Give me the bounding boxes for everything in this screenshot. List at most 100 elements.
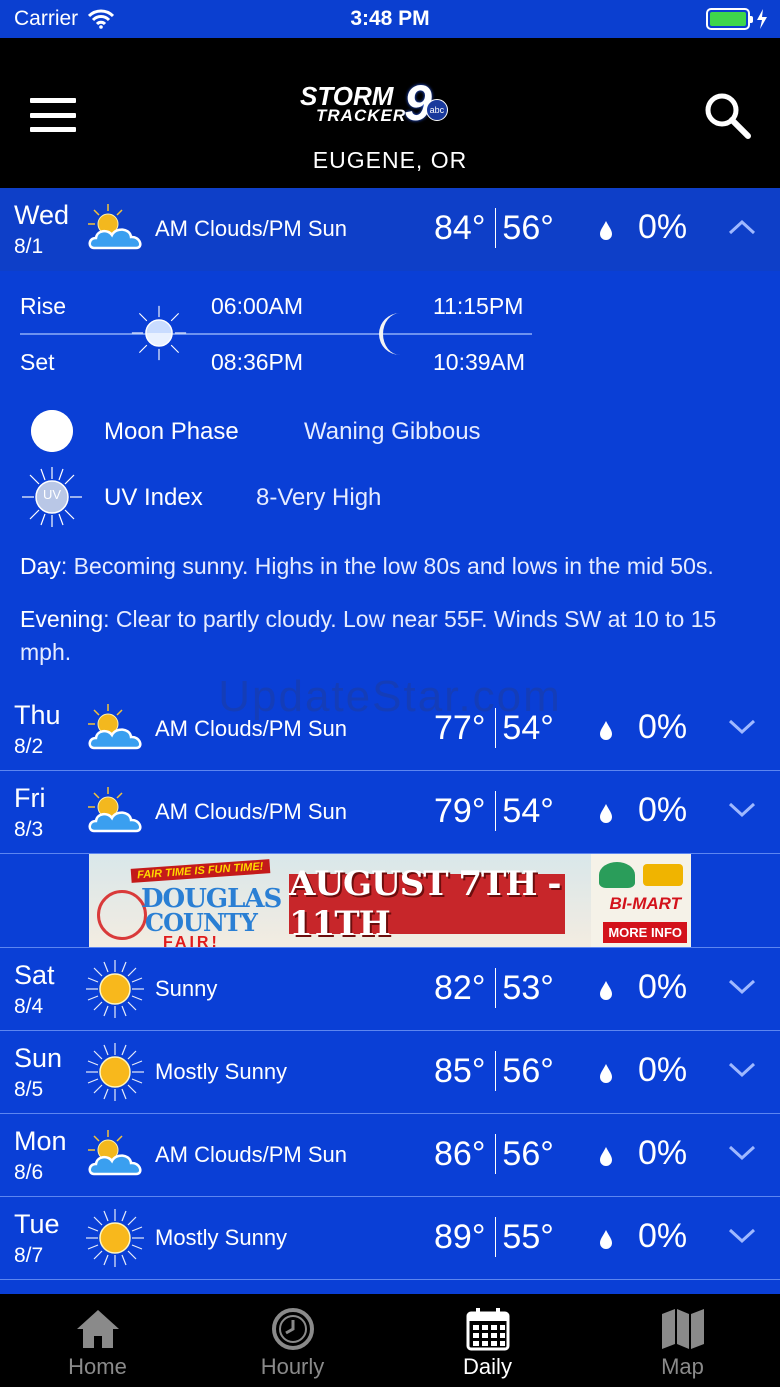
- temperature-range: 79° 54°: [434, 791, 554, 831]
- location-label: EUGENE, OR: [312, 147, 468, 173]
- day-row[interactable]: Sat 8/4 Sunny 82° 53° 0%: [0, 948, 780, 1031]
- chevron-down-icon[interactable]: [728, 718, 756, 736]
- stormtracker-logo: STORM TRACKER 9 abc: [300, 78, 480, 128]
- chevron-down-icon[interactable]: [728, 1227, 756, 1245]
- precip-chance: 0%: [638, 208, 688, 246]
- raindrop-icon: [598, 1146, 614, 1166]
- douglas-county-fair-ad[interactable]: FAIR TIME IS FUN TIME! DOUGLAS COUNTY FA…: [89, 854, 691, 947]
- tab-home[interactable]: Home: [0, 1294, 195, 1387]
- precip-chance: 0%: [638, 708, 688, 746]
- sun-rise-set-icon: [131, 305, 187, 361]
- day-row[interactable]: Fri 8/3 AM Clouds/PM Sun 79° 54° 0%: [0, 771, 780, 854]
- uv-index-icon: UV: [20, 465, 84, 529]
- tab-daily-label: Daily: [463, 1354, 512, 1379]
- ad-fair-text: FAIR!: [163, 934, 220, 947]
- day-row[interactable]: Wed 8/1 AM Clouds/PM Sun 84° 56° 0%: [0, 188, 780, 271]
- tab-hourly-label: Hourly: [260, 1354, 325, 1379]
- temp-divider: [495, 208, 497, 248]
- precip-chance: 0%: [638, 1134, 688, 1172]
- day-forecast-body: : Becoming sunny. Highs in the low 80s a…: [60, 553, 714, 579]
- chevron-down-icon[interactable]: [728, 978, 756, 996]
- evening-forecast-label: Evening: [20, 606, 104, 632]
- high-temp: 89°: [434, 1217, 486, 1256]
- abc-logo: abc: [425, 99, 448, 121]
- moon-phase-value: Waning Gibbous: [304, 418, 481, 445]
- clock-icon: [271, 1308, 314, 1350]
- temperature-range: 89° 55°: [434, 1217, 554, 1257]
- evening-forecast-body: : Clear to partly cloudy. Low near 55F. …: [20, 606, 717, 665]
- weather-condition: AM Clouds/PM Sun: [155, 799, 347, 824]
- tab-home-label: Home: [68, 1354, 127, 1379]
- precip-chance: 0%: [638, 968, 688, 1006]
- day-details-panel: Rise Set 06:00AM 08:36PM 11:15PM 10:39AM…: [0, 271, 780, 687]
- day-forecast-text: Day: Becoming sunny. Highs in the low 80…: [20, 550, 770, 583]
- chevron-down-icon[interactable]: [728, 1144, 756, 1162]
- uv-index-value: 8-Very High: [256, 484, 382, 511]
- tab-map[interactable]: Map: [585, 1294, 780, 1387]
- day-row[interactable]: Mon 8/6 AM Clouds/PM Sun 86° 56° 0%: [0, 1114, 780, 1197]
- ad-brand: BI-MART: [609, 894, 681, 913]
- ferris-wheel-icon: [97, 890, 147, 940]
- tab-map-label: Map: [661, 1354, 704, 1379]
- sponsor-logo-icon-2: [643, 864, 683, 886]
- ad-row: FAIR TIME IS FUN TIME! DOUGLAS COUNTY FA…: [0, 854, 780, 948]
- search-icon[interactable]: [702, 90, 752, 140]
- low-temp: 54°: [502, 791, 554, 830]
- map-icon: [661, 1309, 704, 1349]
- status-bar: Carrier 3:48 PM: [0, 0, 780, 38]
- raindrop-icon: [598, 803, 614, 823]
- temperature-range: 84° 56°: [434, 208, 554, 248]
- high-temp: 85°: [434, 1051, 486, 1090]
- chevron-down-icon[interactable]: [728, 801, 756, 819]
- day-name: Mon: [14, 1126, 67, 1156]
- day-forecast-label: Day: [20, 553, 61, 579]
- day-date: 8/7: [14, 1244, 44, 1267]
- charging-bolt-icon: [757, 9, 767, 29]
- temp-divider: [495, 791, 497, 831]
- precip-chance: 0%: [638, 1051, 688, 1089]
- tab-hourly[interactable]: Hourly: [195, 1294, 390, 1387]
- day-date: 8/1: [14, 235, 44, 258]
- day-name: Fri: [14, 783, 46, 813]
- day-date: 8/4: [14, 995, 44, 1018]
- day-name: Sun: [14, 1043, 63, 1073]
- chevron-down-icon[interactable]: [728, 1061, 756, 1079]
- raindrop-icon: [598, 1229, 614, 1249]
- day-name: Tue: [14, 1209, 60, 1239]
- day-date: 8/2: [14, 735, 44, 758]
- low-temp: 56°: [502, 208, 554, 247]
- partly-cloudy-icon: [86, 702, 148, 758]
- ad-more-info-button[interactable]: MORE INFO: [603, 922, 687, 943]
- temp-divider: [495, 1134, 497, 1174]
- sunrise-time: 06:00AM: [211, 293, 304, 319]
- ad-sponsor-panel: BI-MART MORE INFO: [591, 854, 691, 947]
- day-name: Wed: [14, 200, 70, 230]
- day-row[interactable]: Sun 8/5 Mostly Sunny 85° 56° 0%: [0, 1031, 780, 1114]
- ad-tagline: FAIR TIME IS FUN TIME!: [130, 859, 270, 883]
- temp-divider: [495, 968, 497, 1008]
- ad-county-text: COUNTY: [145, 908, 258, 937]
- weather-condition: AM Clouds/PM Sun: [155, 1142, 347, 1167]
- moonset-time: 10:39AM: [433, 349, 526, 375]
- tab-daily[interactable]: Daily: [390, 1294, 585, 1387]
- day-row[interactable]: Thu 8/2 AM Clouds/PM Sun 77° 54° 0%: [0, 688, 780, 771]
- high-temp: 86°: [434, 1134, 486, 1173]
- hamburger-menu-icon[interactable]: [30, 98, 76, 132]
- day-row[interactable]: Tue 8/7 Mostly Sunny 89° 55° 0%: [0, 1197, 780, 1280]
- temp-divider: [495, 708, 497, 748]
- low-temp: 55°: [502, 1217, 554, 1256]
- sun-icon: [84, 958, 146, 1020]
- partly-cloudy-icon: [86, 785, 148, 841]
- day-name: Thu: [14, 700, 61, 730]
- high-temp: 79°: [434, 791, 486, 830]
- raindrop-icon: [598, 220, 614, 240]
- raindrop-icon: [598, 1063, 614, 1083]
- logo-storm-text: STORM: [300, 80, 394, 111]
- temperature-range: 85° 56°: [434, 1051, 554, 1091]
- sunset-time: 08:36PM: [211, 349, 304, 375]
- high-temp: 84°: [434, 208, 486, 247]
- chevron-up-icon[interactable]: [728, 218, 756, 236]
- precip-chance: 0%: [638, 1217, 688, 1255]
- weather-condition: AM Clouds/PM Sun: [155, 716, 347, 741]
- day-name: Sat: [14, 960, 55, 990]
